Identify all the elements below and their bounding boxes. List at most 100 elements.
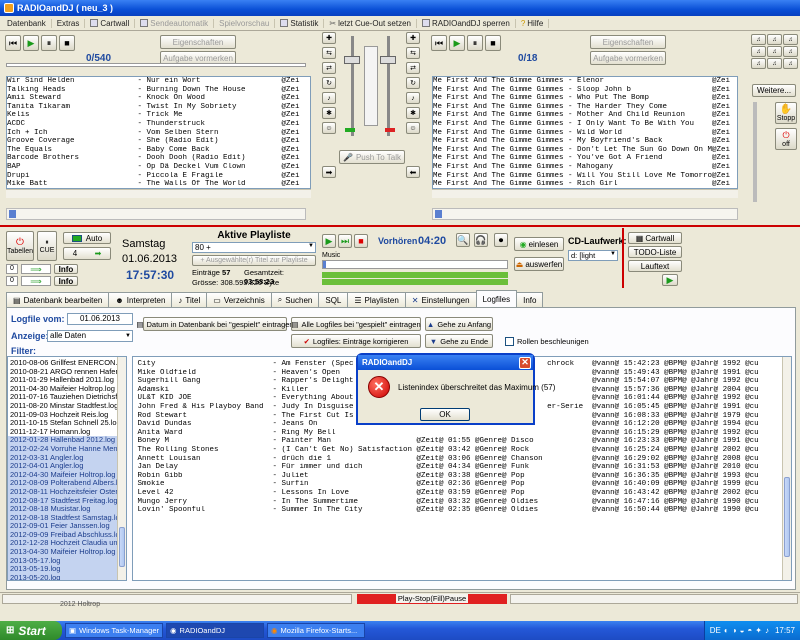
logfile-item[interactable]: 2012-12-28 Hochzeit Claudia und Dar: [8, 539, 126, 549]
track-row[interactable]: Kelis - Trick Me @Zei: [7, 111, 310, 120]
logfile-date-field[interactable]: 01.06.2013: [67, 313, 133, 325]
play-icon[interactable]: ▶: [662, 274, 678, 286]
todo-button[interactable]: TODO-Liste: [628, 246, 682, 258]
gehe-anfang-button[interactable]: ▲ Gehe zu Anfang: [425, 317, 493, 331]
track-row[interactable]: Me First And The Gimme Gimmes - Who Put …: [433, 94, 737, 103]
scrollbar-thumb[interactable]: [119, 527, 125, 567]
logfile-item[interactable]: 2013-05-19.log: [8, 565, 126, 574]
cart-btn[interactable]: ♫: [767, 46, 782, 57]
track-row[interactable]: Me First And The Gimme Gimmes - Will You…: [433, 172, 737, 181]
play-button-right[interactable]: ▶: [449, 35, 465, 51]
preview-position[interactable]: [322, 260, 508, 269]
track-row[interactable]: Me First And The Gimme Gimmes - Mahogany…: [433, 163, 737, 172]
auswerfen-button[interactable]: ⏏ auswerfen: [514, 257, 564, 271]
menu-spielvorschau[interactable]: Spielvorschau: [214, 18, 276, 28]
start-button[interactable]: ⊞ Start: [0, 621, 62, 640]
arrow-left-icon[interactable]: ⬅: [406, 166, 420, 178]
tray-icon[interactable]: ◐: [724, 626, 729, 635]
preview-play-button[interactable]: ▶: [322, 234, 336, 248]
logfile-item[interactable]: 2012-09-09 Freibad Abschluss.log: [8, 530, 126, 540]
mix-btn-r4[interactable]: ↻: [406, 77, 420, 89]
cart-btn[interactable]: ♫: [783, 58, 798, 69]
mix-btn-r1[interactable]: ✚: [406, 32, 420, 44]
track-row[interactable]: Amii Steward - Knock On Wood @Zei: [7, 94, 310, 103]
h-scrollbar[interactable]: [6, 189, 311, 198]
volume-track[interactable]: [6, 208, 306, 220]
logfile-item[interactable]: 2012-01-28 Hallenbad 2012.log: [8, 436, 126, 445]
cart-btn[interactable]: ♫: [751, 34, 766, 45]
tab-verzeichnis[interactable]: ▭ Verzeichnis: [206, 292, 272, 307]
logfile-item[interactable]: 2012-04-01 Angler.log: [8, 462, 126, 471]
lauftext-button[interactable]: Lauftext: [628, 260, 682, 272]
task-radioanddj[interactable]: ◉ RADIOandDJ: [166, 623, 264, 638]
cart-btn[interactable]: ♫: [783, 46, 798, 57]
log-entry-row[interactable]: Lovin' Spoonful - Summer In The City @Ze…: [133, 506, 791, 515]
track-row[interactable]: Me First And The Gimme Gimmes - Rich Gir…: [433, 180, 737, 188]
v-scrollbar-entries[interactable]: [782, 357, 791, 580]
logfile-item[interactable]: 2011-01-29 Hallenbad 2011.log: [8, 376, 126, 385]
mix-btn-r6[interactable]: ✱: [406, 107, 420, 119]
logfile-item[interactable]: 2012-02-24 Vorruhe Hanne Menken.lo: [8, 444, 126, 454]
menu-cue-out[interactable]: ✂ letzt Cue-Out setzen: [324, 18, 417, 28]
track-row[interactable]: Me First And The Gimme Gimmes - I Only W…: [433, 120, 737, 129]
tab-playlisten[interactable]: ☰ Playlisten: [347, 292, 406, 307]
log-entry-row[interactable]: Mungo Jerry - In The Summertime @Zeit@ 0…: [133, 498, 791, 507]
ok-button[interactable]: OK: [420, 408, 470, 421]
logfile-item[interactable]: 2010-08-21 ARGO rennen Hafen Aur: [8, 368, 126, 377]
logfile-item[interactable]: 2010-08-06 Grillfest ENERCON.log: [8, 359, 126, 368]
playlist-select[interactable]: 80 + ▼: [192, 242, 316, 253]
checkbox[interactable]: [505, 337, 514, 346]
gehe-ende-button[interactable]: ▼ Gehe zu Ende: [425, 334, 493, 348]
info-button-2[interactable]: Info: [54, 276, 78, 286]
track-row[interactable]: Drupi - Piccola E Fragile @Zei: [7, 172, 310, 181]
cart-btn[interactable]: ♫: [767, 58, 782, 69]
off-button[interactable]: ⏻ off: [775, 128, 797, 150]
logfile-item[interactable]: 2012-09-01 Feier Janssen.log: [8, 522, 126, 531]
anzeige-select[interactable]: alle Daten ▼: [47, 330, 133, 342]
datum-eintragen-button[interactable]: ▤ Datum in Datenbank bei "gespielt" eintr…: [136, 317, 294, 331]
cartwall-button[interactable]: ▦ Cartwall: [628, 232, 682, 244]
logfile-item[interactable]: 2011-07-16 Tauziehen Dietrichsfeld.lo: [8, 393, 126, 402]
volume-thumb-right[interactable]: [435, 210, 442, 218]
cart-btn[interactable]: ♫: [767, 34, 782, 45]
cd-drive-select[interactable]: d: [light ▼: [568, 250, 618, 261]
logfile-item[interactable]: 2012-08-17 Stadtfest Freitag.log: [8, 496, 126, 506]
count-field[interactable]: 4 ➡: [63, 247, 111, 260]
log-entry-row[interactable]: The Rolling Stones - (I Can't Get No) Sa…: [133, 446, 791, 455]
task-taskmanager[interactable]: ▣ Windows Task-Manager: [65, 623, 163, 638]
logfile-item[interactable]: 2011-10-15 Stefan Schnell 25.log: [8, 419, 126, 428]
menu-datenbank[interactable]: Datenbank: [2, 18, 52, 28]
logfile-item[interactable]: 2013-05-17.log: [8, 556, 126, 566]
track-row[interactable]: Me First And The Gimme Gimmes - My Boyfr…: [433, 137, 737, 146]
alle-logfiles-button[interactable]: ▤ Alle Logfiles bei "gespielt" eintragen: [291, 317, 421, 331]
log-entry-row[interactable]: Boney M - Painter Man @Zeit@ 01:55 @Genr…: [133, 437, 791, 446]
volume-thumb[interactable]: [9, 210, 16, 218]
position-bar[interactable]: [6, 63, 306, 67]
info-button-1[interactable]: Info: [54, 264, 78, 274]
track-row[interactable]: Me First And The Gimme Gimmes - Don't Le…: [433, 146, 737, 155]
auto-button[interactable]: Auto: [63, 232, 111, 244]
v-scrollbar[interactable]: [117, 357, 126, 580]
task-firefox[interactable]: ◉ Mozilla Firefox-Starts...: [267, 623, 365, 638]
close-icon[interactable]: ✕: [519, 356, 531, 369]
track-row[interactable]: Me First And The Gimme Gimmes - Elenor @…: [433, 77, 737, 86]
tab-logfiles[interactable]: Logfiles: [475, 290, 518, 307]
add-to-playlist-button[interactable]: + Ausgewählte(r) Titel zur Playliste: [192, 255, 316, 266]
menu-hilfe[interactable]: ? Hilfe: [516, 18, 550, 28]
mix-btn-2[interactable]: ⇆: [322, 47, 336, 59]
tray-icon[interactable]: ◑: [732, 626, 737, 635]
logfile-item[interactable]: 2012-08-18 Musistar.log: [8, 505, 126, 514]
headphones-icon[interactable]: 🎧: [474, 233, 488, 247]
mix-btn-7[interactable]: ☺: [322, 122, 336, 134]
prev-button-right[interactable]: ⏮: [431, 35, 447, 51]
track-row[interactable]: Ich + Ich - Vom Selben Stern @Zei: [7, 129, 310, 138]
tab-suchen[interactable]: ⌕ Suchen: [270, 292, 320, 307]
track-row[interactable]: Barcode Brothers - Dooh Dooh (Radio Edit…: [7, 154, 310, 163]
logfile-item[interactable]: 2011-08-20 Minstar Stadtfest.log: [8, 402, 126, 411]
cart-btn[interactable]: ♫: [751, 46, 766, 57]
log-entry-row[interactable]: Level 42 - Lessons In Love @Zeit@ 03:59 …: [133, 489, 791, 498]
preview-next-button[interactable]: ⏭: [338, 234, 352, 248]
logfile-item[interactable]: 2012-08-18 Stadtfest Samstag.log: [8, 513, 126, 523]
menu-cartwall[interactable]: Cartwall: [85, 18, 136, 28]
menu-statistik[interactable]: Statistik: [275, 18, 325, 28]
